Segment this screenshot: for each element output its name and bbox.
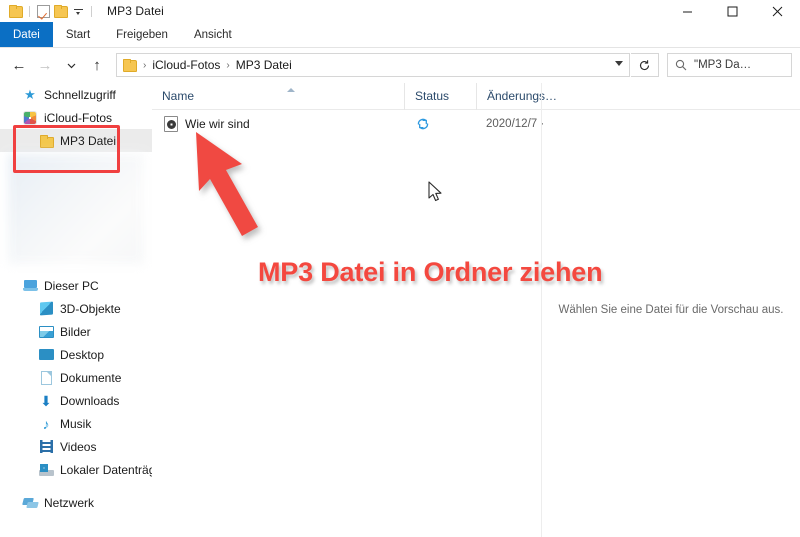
annotation-callout-text: MP3 Datei in Ordner ziehen xyxy=(256,255,604,289)
breadcrumb-separator-1: › xyxy=(226,59,230,71)
pictures-icon xyxy=(38,324,54,340)
file-explorer-window: MP3 Datei Datei Start Freigeben Ansicht … xyxy=(0,0,800,537)
column-header-label: Name xyxy=(162,89,195,103)
file-name-label: Wie wir sind xyxy=(185,117,250,131)
forward-button[interactable]: → xyxy=(32,52,58,78)
videos-icon xyxy=(38,439,54,455)
this-pc-icon xyxy=(22,278,38,294)
qat-divider-1 xyxy=(29,5,30,17)
column-header-status[interactable]: Status xyxy=(404,82,476,110)
sidebar-item-label: Lokaler Datenträger xyxy=(60,462,152,477)
cloud-sync-icon xyxy=(417,118,429,130)
recent-locations-button[interactable] xyxy=(58,52,84,78)
sidebar-group-gap-2 xyxy=(0,481,152,491)
close-button[interactable] xyxy=(755,0,800,22)
mp3-file-icon xyxy=(164,116,178,132)
downloads-icon: ⬇ xyxy=(40,392,52,409)
up-button[interactable]: ↑ xyxy=(84,52,110,78)
search-value: "MP3 Da… xyxy=(694,59,752,71)
refresh-button[interactable] xyxy=(631,53,659,77)
desktop-icon xyxy=(38,347,54,363)
breadcrumb-item-mp3-datei[interactable]: MP3 Datei xyxy=(234,58,294,72)
sidebar-item-label: Dieser PC xyxy=(44,278,99,293)
sidebar-item-schnellzugriff[interactable]: ★ Schnellzugriff xyxy=(0,83,152,106)
documents-icon xyxy=(38,370,54,386)
sidebar-item-label: iCloud-Fotos xyxy=(44,110,113,125)
back-button[interactable]: ← xyxy=(6,52,32,78)
sidebar-item-musik[interactable]: ♪ Musik xyxy=(0,412,152,435)
preview-pane: Wählen Sie eine Datei für die Vorschau a… xyxy=(542,83,800,537)
sidebar-item-mp3-datei[interactable]: MP3 Datei xyxy=(0,129,152,152)
file-status-cell xyxy=(404,117,476,131)
sidebar-item-label: Netzwerk xyxy=(44,495,95,510)
sidebar-item-desktop[interactable]: Desktop xyxy=(0,343,152,366)
music-icon: ♪ xyxy=(42,415,50,432)
sidebar-item-dieser-pc[interactable]: Dieser PC xyxy=(0,274,152,297)
sidebar-item-label: Downloads xyxy=(60,393,120,408)
column-header-name[interactable]: Name xyxy=(152,83,404,110)
title-bar: MP3 Datei xyxy=(0,0,800,22)
window-title: MP3 Datei xyxy=(107,4,164,18)
sidebar-item-dokumente[interactable]: Dokumente xyxy=(0,366,152,389)
network-icon xyxy=(22,495,38,511)
breadcrumb-folder-icon xyxy=(123,59,137,72)
navigation-pane[interactable]: ★ Schnellzugriff iCloud-Fotos MP3 Datei … xyxy=(0,83,152,537)
properties-checkbox-icon[interactable] xyxy=(37,4,50,18)
breadcrumb-item-icloud-fotos[interactable]: iCloud-Fotos xyxy=(150,58,222,72)
icloud-photos-icon xyxy=(22,110,38,126)
sidebar-item-bilder[interactable]: Bilder xyxy=(0,320,152,343)
minimize-button[interactable] xyxy=(665,0,710,22)
qat-divider-2 xyxy=(91,5,92,17)
sidebar-item-label: Desktop xyxy=(60,347,105,362)
maximize-button[interactable] xyxy=(710,0,755,22)
tab-datei[interactable]: Datei xyxy=(0,22,53,48)
tab-freigeben[interactable]: Freigeben xyxy=(103,22,181,48)
folder-icon xyxy=(38,133,54,149)
file-list-pane: Name Status Änderungs… Wie wir sind 2020… xyxy=(152,82,800,537)
sidebar-item-label: Musik xyxy=(60,416,92,431)
tab-ansicht[interactable]: Ansicht xyxy=(181,22,245,48)
breadcrumb-separator-0: › xyxy=(143,59,147,71)
star-icon: ★ xyxy=(24,86,36,102)
sidebar-item-label: Videos xyxy=(60,439,97,454)
sidebar-item-label: 3D-Objekte xyxy=(60,301,121,316)
sidebar-item-netzwerk[interactable]: Netzwerk xyxy=(0,491,152,514)
search-icon xyxy=(675,59,687,71)
sidebar-item-downloads[interactable]: ⬇ Downloads xyxy=(0,389,152,412)
breadcrumb-chevron-down-icon[interactable] xyxy=(615,61,623,66)
new-folder-icon[interactable] xyxy=(54,5,68,18)
quick-access-toolbar: MP3 Datei xyxy=(0,4,164,18)
breadcrumb[interactable]: › iCloud-Fotos › MP3 Datei xyxy=(116,53,630,77)
tab-start[interactable]: Start xyxy=(53,22,103,48)
sidebar-item-icloud-fotos[interactable]: iCloud-Fotos xyxy=(0,106,152,129)
column-header-label: Status xyxy=(415,89,450,103)
sidebar-item-3d-objekte[interactable]: 3D-Objekte xyxy=(0,297,152,320)
3d-objects-icon xyxy=(38,301,54,317)
sidebar-item-label: Bilder xyxy=(60,324,91,339)
search-input[interactable]: "MP3 Da… xyxy=(667,53,792,77)
ribbon-tabs: Datei Start Freigeben Ansicht xyxy=(0,22,800,48)
sidebar-item-label: Dokumente xyxy=(60,370,122,385)
sidebar-item-label: MP3 Datei xyxy=(60,133,117,148)
window-controls xyxy=(665,0,800,22)
preview-empty-message: Wählen Sie eine Datei für die Vorschau a… xyxy=(558,304,784,316)
sort-ascending-icon xyxy=(287,87,295,92)
folder-icon[interactable] xyxy=(9,5,23,18)
address-bar: ← → ↑ › iCloud-Fotos › MP3 Datei "MP3 Da… xyxy=(0,48,800,82)
sidebar-item-label: Schnellzugriff xyxy=(44,87,116,102)
customize-quick-access-caret-icon[interactable] xyxy=(73,6,84,17)
blurred-sidebar-region xyxy=(8,154,144,264)
sidebar-item-lokaler-datentraeger[interactable]: Lokaler Datenträger xyxy=(0,458,152,481)
local-disk-icon xyxy=(38,462,54,478)
file-name-cell[interactable]: Wie wir sind xyxy=(152,116,404,132)
sidebar-item-videos[interactable]: Videos xyxy=(0,435,152,458)
